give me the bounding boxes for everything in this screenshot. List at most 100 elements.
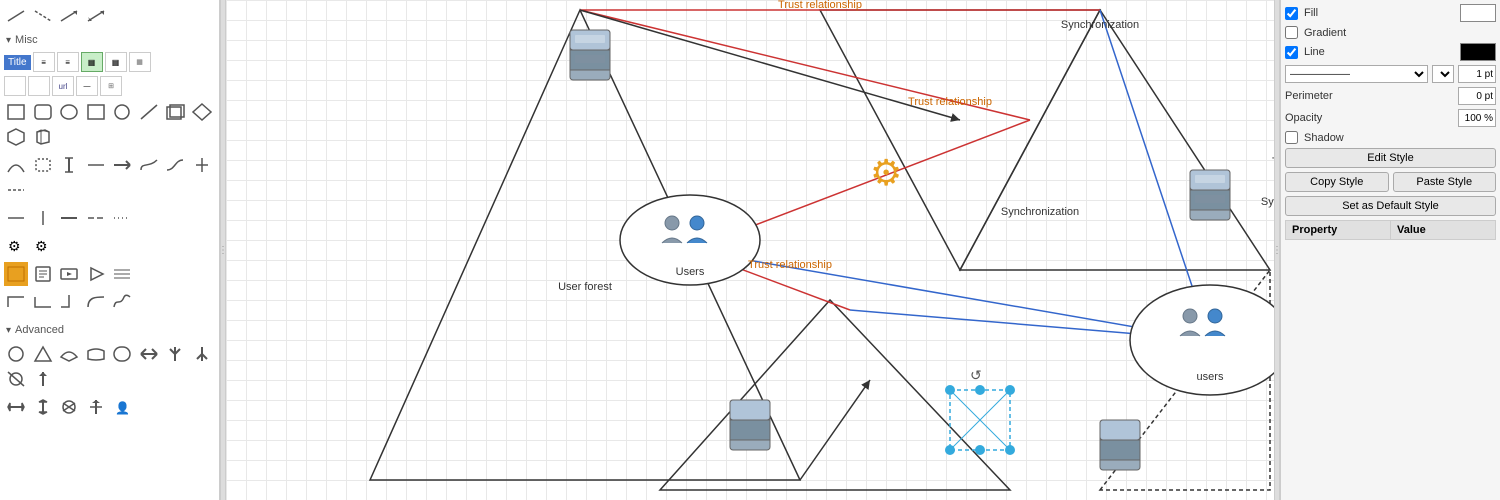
shape-bracket[interactable] [31, 153, 55, 177]
shape-s[interactable] [137, 153, 161, 177]
perimeter-input[interactable] [1458, 87, 1496, 105]
advanced-section-header[interactable]: Advanced [0, 320, 219, 340]
fill-checkbox[interactable] [1285, 7, 1298, 20]
shape-hdash2[interactable] [4, 206, 28, 230]
shape-dash2[interactable] [84, 206, 108, 230]
shape-gear2[interactable]: ⚙ [31, 234, 55, 258]
shape-line2[interactable] [137, 100, 161, 124]
shape-rect2[interactable] [84, 100, 108, 124]
gradient-row: Gradient [1285, 26, 1496, 39]
shape-dash[interactable] [84, 153, 108, 177]
shadow-label: Shadow [1304, 132, 1364, 144]
svg-text:Synchronization: Synchronization [1261, 196, 1274, 208]
adv-shape-10[interactable] [31, 367, 55, 391]
shape-diamond[interactable] [190, 100, 214, 124]
shape-arrow1[interactable] [4, 4, 28, 28]
extra-cell-3[interactable]: url [52, 76, 74, 96]
shape-z[interactable] [163, 153, 187, 177]
adv-shape-1[interactable] [4, 342, 28, 366]
shape-vline[interactable] [31, 206, 55, 230]
shape-media[interactable] [57, 262, 81, 286]
shape-rect3[interactable] [163, 100, 187, 124]
line-checkbox[interactable] [1285, 46, 1298, 59]
adv-shape-4[interactable] [84, 342, 108, 366]
adv-shape-6[interactable] [137, 342, 161, 366]
opacity-label: Opacity [1285, 112, 1345, 124]
adv2-shape-4[interactable] [84, 395, 108, 419]
adv-shape-8[interactable] [190, 342, 214, 366]
extra-shapes [0, 260, 219, 288]
line-label: Line [1304, 46, 1364, 58]
line-arrow-select[interactable]: ▾ [1432, 65, 1454, 83]
list-cell-1[interactable]: ≡ [33, 52, 55, 72]
adv-shape-9[interactable] [4, 367, 28, 391]
adv-shape-5[interactable] [110, 342, 134, 366]
shape-blank[interactable] [31, 178, 55, 202]
shape-ellipse[interactable] [57, 100, 81, 124]
shape-arrow2[interactable] [31, 4, 55, 28]
extra-cell-4[interactable]: — [76, 76, 98, 96]
gradient-checkbox[interactable] [1285, 26, 1298, 39]
shape-doc[interactable] [31, 262, 55, 286]
shape-circle[interactable] [110, 100, 134, 124]
shadow-checkbox[interactable] [1285, 131, 1298, 144]
adv2-shape-1[interactable] [4, 395, 28, 419]
fill-row: Fill [1285, 4, 1496, 22]
shape-dash3[interactable] [110, 206, 134, 230]
shape-pipe[interactable] [57, 153, 81, 177]
shape-gear1[interactable]: ⚙ [4, 234, 28, 258]
opacity-input[interactable] [1458, 109, 1496, 127]
shape-corner1[interactable] [4, 290, 28, 314]
copy-style-button[interactable]: Copy Style [1285, 172, 1389, 192]
canvas[interactable]: Users ⚙ users [226, 0, 1274, 500]
title-cell[interactable]: Title [4, 55, 31, 70]
fill-color-swatch[interactable] [1460, 4, 1496, 22]
shape-arrow3[interactable] [57, 4, 81, 28]
adv2-shape-3[interactable] [57, 395, 81, 419]
line-width-input[interactable] [1458, 65, 1496, 83]
extra-cell-1[interactable] [4, 76, 26, 96]
shape-hdash[interactable] [4, 178, 28, 202]
shape-hexagon[interactable] [4, 125, 28, 149]
shape-t[interactable] [190, 153, 214, 177]
left-panel: Misc Title ≡ ≡ ▦ ▦ ▦ url — ⊞ [0, 0, 220, 500]
list-cell-2[interactable]: ≡ [57, 52, 79, 72]
edit-style-button[interactable]: Edit Style [1285, 148, 1496, 168]
shape-lines[interactable] [110, 262, 134, 286]
shape-play[interactable] [84, 262, 108, 286]
shape-rrect[interactable] [31, 100, 55, 124]
opacity-row: Opacity [1285, 109, 1496, 127]
shape-arrow4[interactable] [84, 4, 108, 28]
line-color-swatch[interactable] [1460, 43, 1496, 61]
shape-corner3[interactable] [57, 290, 81, 314]
extra-cell-5[interactable]: ⊞ [100, 76, 122, 96]
misc-section-header[interactable]: Misc [0, 30, 219, 50]
line-style-select[interactable]: —————— - - - - - · · · · · [1285, 65, 1428, 83]
list-cell-5[interactable]: ▦ [129, 52, 151, 72]
svg-text:↺: ↺ [970, 367, 982, 383]
extra-cells-row: url — ⊞ [0, 74, 219, 98]
shape-corner2[interactable] [31, 290, 55, 314]
perimeter-row: Perimeter [1285, 87, 1496, 105]
paste-style-button[interactable]: Paste Style [1393, 172, 1497, 192]
gradient-label: Gradient [1304, 27, 1364, 39]
adv-shape-7[interactable] [163, 342, 187, 366]
adv2-shape-5[interactable]: 👤 [110, 395, 134, 419]
adv-shape-3[interactable] [57, 342, 81, 366]
adv2-shape-2[interactable] [31, 395, 55, 419]
shape-more[interactable] [110, 153, 134, 177]
list-cell-4[interactable]: ▦ [105, 52, 127, 72]
adv-shape-2[interactable] [31, 342, 55, 366]
shape-arc[interactable] [4, 153, 28, 177]
shape-3d[interactable] [31, 125, 55, 149]
list-cell-3[interactable]: ▦ [81, 52, 103, 72]
svg-text:Users: Users [676, 266, 705, 278]
arrow-shapes [0, 0, 219, 30]
set-default-button[interactable]: Set as Default Style [1285, 196, 1496, 216]
shape-square[interactable] [4, 100, 28, 124]
shape-hline[interactable] [57, 206, 81, 230]
shape-img[interactable] [4, 262, 28, 286]
shape-wave[interactable] [110, 290, 134, 314]
extra-cell-2[interactable] [28, 76, 50, 96]
shape-bend[interactable] [84, 290, 108, 314]
